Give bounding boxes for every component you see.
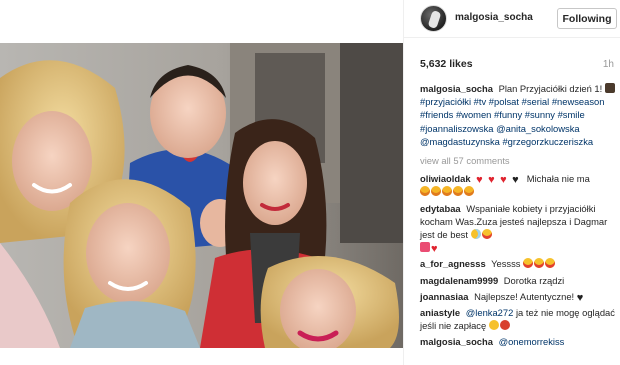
comment: magdalenam9999 Dorotka rządzi — [420, 274, 616, 287]
caption-username[interactable]: malgosia_socha — [420, 83, 493, 94]
group-selfie-photo — [0, 43, 403, 348]
laughing-emoji-icon — [431, 186, 441, 197]
laughing-emoji-icon — [420, 186, 430, 197]
post-header: malgosia_socha Following — [404, 0, 620, 38]
heart-box-emoji-icon — [420, 242, 430, 253]
laughing-emoji-icon — [453, 186, 463, 197]
comment-text: Najlepsze! Autentyczne! — [474, 290, 575, 302]
post-time[interactable]: 1h — [603, 59, 614, 70]
header-username[interactable]: malgosia_socha — [455, 12, 533, 23]
likes-count[interactable]: 5,632 likes — [420, 58, 473, 70]
angry-emoji-icon — [499, 320, 510, 331]
red-heart-icon: ♥ — [500, 174, 507, 187]
post-sidebar: malgosia_socha Following 5,632 likes 1h … — [403, 0, 620, 365]
comments-list: malgosia_socha Plan Przyjaciółki dzień 1… — [420, 82, 616, 352]
comment: oliwiaoldak ♥ ♥ ♥ ♥ Michała nie ma — [420, 172, 616, 198]
black-heart-icon: ♥ — [576, 291, 584, 304]
heart-eyes-emoji-icon — [523, 258, 534, 269]
comment-username[interactable]: magdalenam9999 — [420, 275, 498, 286]
red-heart-icon: ♥ — [431, 243, 438, 256]
post-photo[interactable] — [0, 43, 403, 348]
following-button[interactable]: Following — [557, 8, 617, 29]
comment-username[interactable]: oliwiaoldak — [420, 173, 471, 184]
smiling-emoji-icon — [488, 320, 499, 331]
comment-text: Dorotka rządzi — [503, 274, 565, 286]
comment: joannasiaa Najlepsze! Autentyczne! ♥ — [420, 290, 616, 304]
laughing-emoji-icon — [464, 186, 474, 197]
heart-eyes-emoji-icon — [545, 258, 556, 269]
comment: aniastyle @lenka272 ja też nie mogę oglą… — [420, 306, 616, 332]
caption: malgosia_socha Plan Przyjaciółki dzień 1… — [420, 82, 616, 148]
avatar[interactable] — [420, 5, 447, 32]
view-all-comments-link[interactable]: view all 57 comments — [420, 154, 616, 167]
comment-username[interactable]: aniastyle — [420, 307, 460, 318]
bear-emoji-icon — [604, 83, 615, 93]
heart-eyes-emoji-icon — [534, 258, 545, 269]
comment: edytabaa Wspaniałe kobiety i przyjaciółk… — [420, 202, 616, 255]
laughing-emoji-icon — [442, 186, 452, 197]
red-heart-icon: ♥ — [476, 174, 483, 187]
comment-text: Michała nie ma — [526, 173, 590, 185]
comment-username[interactable]: edytabaa — [420, 203, 461, 214]
caption-tags[interactable]: #przyjaciółki #tv #polsat #serial #newse… — [420, 96, 604, 147]
comment: malgosia_socha @onemorrekiss — [420, 335, 616, 348]
heart-eyes-emoji-icon — [481, 229, 492, 240]
comment-username[interactable]: joannasiaa — [420, 291, 468, 302]
caption-text: Plan Przyjaciółki dzień 1! — [498, 83, 603, 94]
smiling-emoji-icon — [470, 229, 481, 240]
black-heart-icon: ♥ — [512, 174, 519, 187]
comment-username[interactable]: malgosia_socha — [420, 336, 493, 347]
comment-mention[interactable]: @lenka272 — [466, 307, 514, 318]
comment-text: Yessss — [491, 258, 521, 270]
comment-username[interactable]: a_for_agnesss — [420, 258, 486, 269]
comment: a_for_agnesss Yessss — [420, 257, 616, 270]
comment-mention[interactable]: @onemorrekiss — [499, 336, 565, 347]
red-heart-icon: ♥ — [488, 174, 495, 187]
